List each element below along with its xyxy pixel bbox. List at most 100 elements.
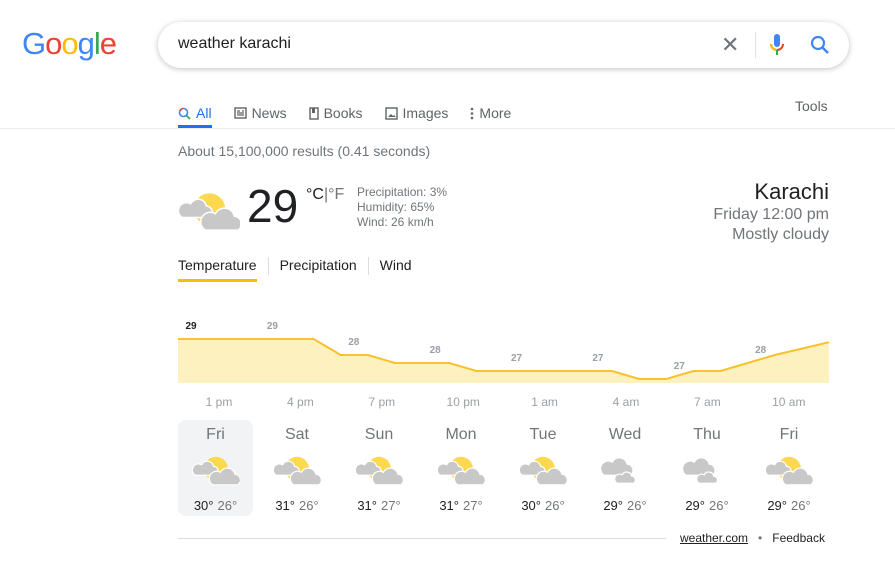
tab-wind[interactable]: Wind [380, 256, 412, 282]
forecast-day[interactable]: Sat 31° 26° [256, 420, 338, 516]
forecast-day[interactable]: Sun 31° 27° [338, 420, 420, 516]
time-label: 7 pm [368, 395, 395, 409]
time-label: 4 am [613, 395, 640, 409]
current-temperature: 29 [247, 180, 299, 232]
feedback-link[interactable]: Feedback [772, 531, 825, 545]
search-box[interactable]: weather karachi ✕ [158, 22, 849, 68]
temperature-area [178, 339, 829, 383]
low-temp: 26° [545, 498, 565, 513]
city-name: Karachi [754, 179, 829, 204]
low-temp: 26° [627, 498, 647, 513]
low-temp: 26° [709, 498, 729, 513]
day-name: Fri [779, 426, 799, 443]
divider [267, 257, 269, 275]
tab-temperature[interactable]: Temperature [178, 256, 257, 282]
partly-cloudy-icon [272, 456, 322, 486]
tab-books[interactable]: Books [308, 98, 363, 128]
tab-images[interactable]: Images [384, 98, 449, 128]
daily-forecast: Fri 30° 26° Sat 31° 26° Sun 31° 27° Mon 31° 27°… [174, 420, 830, 516]
close-icon[interactable]: ✕ [721, 34, 739, 56]
cloudy-icon [682, 457, 718, 484]
partly-cloudy-icon [178, 193, 240, 230]
tools-button[interactable]: Tools [795, 98, 828, 114]
high-temp: 29° [767, 498, 787, 513]
high-temp: 29° [685, 498, 705, 513]
time-label: 10 pm [447, 395, 480, 409]
unit-toggle: °C|°F [306, 186, 344, 204]
forecast-day[interactable]: Wed 29° 26° [584, 420, 666, 516]
time-label: 7 am [694, 395, 721, 409]
date-time: Friday 12:00 pm [713, 206, 829, 223]
divider [755, 32, 756, 58]
tab-precipitation[interactable]: Precipitation [280, 256, 357, 282]
tab-label: Books [323, 105, 363, 121]
high-temp: 31° [439, 498, 459, 513]
partly-cloudy-icon [354, 456, 404, 486]
precipitation: Precipitation: 3% [357, 185, 448, 199]
bullet: • [758, 531, 763, 545]
search-input[interactable]: weather karachi [178, 35, 291, 53]
time-label: 1 pm [206, 395, 233, 409]
low-temp: 27° [463, 498, 483, 513]
divider [0, 128, 895, 129]
search-icon[interactable] [809, 34, 831, 56]
temperature-label: 29 [185, 321, 197, 332]
divider [367, 257, 369, 275]
forecast-day[interactable]: Mon 31° 27° [420, 420, 502, 516]
tab-label: News [251, 105, 287, 121]
search-tabs: All News Books Images More [178, 98, 533, 128]
weather-details: Precipitation: 3% Humidity: 65% Wind: 26… [357, 185, 447, 230]
forecast-day[interactable]: Fri 30° 26° [178, 420, 253, 516]
temperature-label: 27 [674, 361, 686, 372]
partly-cloudy-icon [436, 456, 486, 486]
day-name: Fri [206, 426, 225, 443]
low-temp: 27° [381, 498, 401, 513]
cloudy-icon [600, 457, 636, 484]
tab-all[interactable]: All [178, 98, 212, 128]
high-temp: 30° [521, 498, 541, 513]
high-temp: 29° [603, 498, 623, 513]
search-icon [178, 107, 191, 120]
tab-label: More [479, 105, 512, 121]
tab-label: Images [402, 105, 449, 121]
low-temp: 26° [791, 498, 811, 513]
low-temp: 26° [217, 498, 238, 513]
weather-tabs: Temperature Precipitation Wind [178, 256, 412, 282]
temperature-label: 27 [592, 353, 604, 364]
mic-icon[interactable] [770, 34, 784, 56]
partly-cloudy-icon [191, 456, 241, 486]
result-stats: About 15,100,000 results (0.41 seconds) [178, 143, 431, 159]
forecast-day[interactable]: Fri 29° 26° [748, 420, 830, 516]
footer: weather.com • Feedback [680, 531, 825, 545]
image-icon [384, 106, 398, 120]
partly-cloudy-icon [518, 456, 568, 486]
temperature-label: 28 [348, 337, 360, 348]
more-vert-icon [470, 107, 474, 120]
day-name: Mon [445, 426, 477, 443]
time-label: 1 am [531, 395, 558, 409]
day-name: Sun [364, 426, 394, 443]
temperature-label: 28 [755, 345, 767, 356]
temperature-label: 27 [511, 353, 523, 364]
weather-source-link[interactable]: weather.com [680, 531, 748, 545]
location-info: Karachi Friday 12:00 pm Mostly cloudy [713, 179, 829, 245]
tab-news[interactable]: News [233, 98, 287, 128]
partly-cloudy-icon [764, 456, 814, 486]
celsius-button[interactable]: °C [306, 186, 324, 203]
forecast-day[interactable]: Tue 30° 26° [502, 420, 584, 516]
high-temp: 31° [275, 498, 295, 513]
day-name: Wed [608, 426, 642, 443]
google-logo[interactable]: Google [22, 26, 117, 62]
forecast-day[interactable]: Thu 29° 26° [666, 420, 748, 516]
day-name: Thu [693, 426, 721, 443]
fahrenheit-button[interactable]: °F [328, 186, 344, 203]
high-temp: 30° [193, 498, 214, 513]
tab-label: All [196, 105, 212, 121]
low-temp: 26° [299, 498, 319, 513]
newspaper-icon [233, 107, 247, 119]
day-name: Sat [284, 426, 309, 443]
book-icon [308, 106, 319, 120]
wind: Wind: 26 km/h [357, 215, 434, 229]
tab-more[interactable]: More [470, 98, 511, 128]
temperature-label: 28 [430, 345, 442, 356]
